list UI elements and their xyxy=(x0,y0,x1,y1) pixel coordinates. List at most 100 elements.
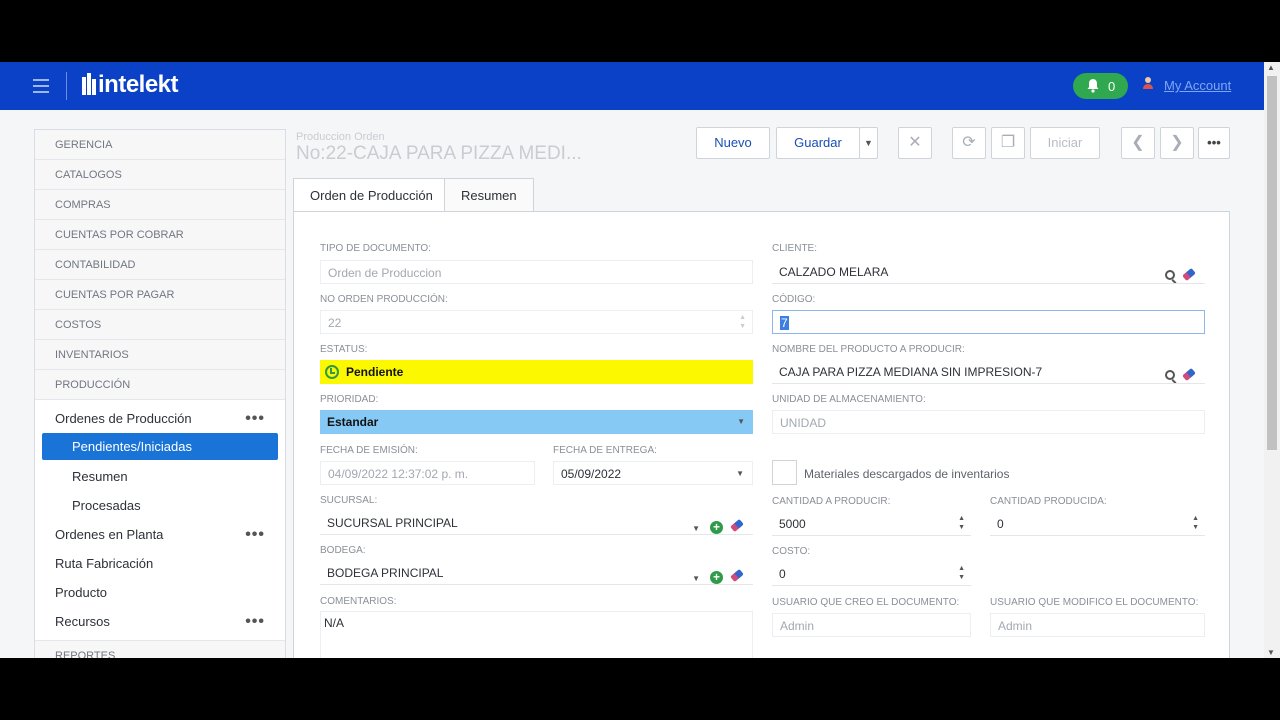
stepper-icon: ▲ ▼ xyxy=(739,314,746,330)
sidebar-item-ruta[interactable]: Ruta Fabricación xyxy=(35,549,285,578)
nuevo-button[interactable]: Nuevo xyxy=(696,127,770,159)
sidebar-item-pendientes[interactable]: Pendientes/Iniciadas xyxy=(42,433,278,460)
search-icon[interactable] xyxy=(1165,370,1175,380)
cantidad-producir-label: CANTIDAD A PRODUCIR: xyxy=(772,496,891,507)
codigo-input[interactable]: 7 xyxy=(772,310,1205,334)
page-subtitle: Produccion Orden xyxy=(296,131,385,143)
refresh-button[interactable]: ⟳ xyxy=(952,127,986,159)
scroll-up-icon[interactable]: ▲ xyxy=(1267,63,1275,72)
tipo-documento-label: TIPO DE DOCUMENTO: xyxy=(320,243,431,254)
estatus-field: Pendiente xyxy=(320,360,753,384)
cantidad-producir-input[interactable]: 5000 ▲ ▼ xyxy=(772,512,971,536)
comentarios-label: COMENTARIOS: xyxy=(320,596,397,607)
add-icon[interactable]: + xyxy=(710,571,723,584)
sucursal-label: SUCURSAL: xyxy=(320,495,378,506)
costo-input[interactable]: 0 ▲ ▼ xyxy=(772,562,971,586)
sidebar: GERENCIA CATALOGOS COMPRAS CUENTAS POR C… xyxy=(34,129,286,658)
sidebar-item-recursos[interactable]: Recursos ••• xyxy=(35,607,285,636)
sidebar-item-cuentas-pagar[interactable]: CUENTAS POR PAGAR xyxy=(35,280,285,310)
stepper-icon[interactable]: ▲ ▼ xyxy=(1192,514,1199,532)
eraser-icon[interactable] xyxy=(1182,367,1196,382)
sidebar-item-producto[interactable]: Producto xyxy=(35,578,285,607)
more-icon[interactable]: ••• xyxy=(245,520,265,549)
sidebar-item-ordenes-produccion[interactable]: Ordenes de Producción ••• xyxy=(35,404,285,433)
add-icon[interactable]: + xyxy=(710,521,723,534)
more-icon[interactable]: ••• xyxy=(245,607,265,636)
usuario-modifico-field: Admin xyxy=(990,613,1205,637)
eraser-icon[interactable] xyxy=(1182,267,1196,282)
menu-icon[interactable] xyxy=(33,79,49,93)
chevron-down-icon[interactable]: ▼ xyxy=(692,574,700,583)
logo-icon xyxy=(82,73,96,95)
iniciar-button[interactable]: Iniciar xyxy=(1030,127,1100,159)
cliente-value: CALZADO MELARA xyxy=(779,265,889,279)
sidebar-item-ordenes-planta[interactable]: Ordenes en Planta ••• xyxy=(35,520,285,549)
cliente-field[interactable]: CALZADO MELARA xyxy=(772,260,1205,284)
copy-button[interactable]: ❐ xyxy=(991,127,1025,159)
sidebar-item-procesadas[interactable]: Procesadas xyxy=(35,491,285,520)
sidebar-item-label: Ordenes de Producción xyxy=(55,411,192,426)
cantidad-producir-value: 5000 xyxy=(779,517,806,531)
next-button[interactable]: ❯ xyxy=(1160,127,1194,159)
cantidad-producida-input[interactable]: 0 ▲ ▼ xyxy=(990,512,1205,536)
eraser-icon[interactable] xyxy=(730,518,744,533)
prev-button[interactable]: ❮ xyxy=(1121,127,1155,159)
prioridad-label: PRIORIDAD: xyxy=(320,394,379,405)
fecha-entrega-field[interactable]: 05/09/2022 ▼ xyxy=(553,461,753,485)
bodega-label: BODEGA: xyxy=(320,545,366,556)
field-actions xyxy=(1165,365,1196,383)
materiales-label: Materiales descargados de inventarios xyxy=(804,467,1010,481)
chevron-down-icon: ▼ xyxy=(737,417,745,426)
field-actions xyxy=(1165,265,1196,283)
estatus-label: ESTATUS: xyxy=(320,344,368,355)
codigo-label: CÓDIGO: xyxy=(772,294,816,305)
notifications-button[interactable]: 0 xyxy=(1073,73,1128,99)
sucursal-select[interactable]: SUCURSAL PRINCIPAL ▼ + xyxy=(320,511,753,535)
cancel-button[interactable]: ✕ xyxy=(898,127,932,159)
stepper-icon[interactable]: ▲ ▼ xyxy=(958,564,965,582)
search-icon[interactable] xyxy=(1165,270,1175,280)
guardar-button[interactable]: Guardar xyxy=(776,127,860,159)
brand-name: intelekt xyxy=(98,71,179,98)
my-account-link[interactable]: My Account xyxy=(1164,78,1231,93)
producto-field[interactable]: CAJA PARA PIZZA MEDIANA SIN IMPRESION-7 xyxy=(772,360,1205,384)
scroll-down-icon[interactable]: ▼ xyxy=(1267,648,1275,657)
chevron-down-icon[interactable]: ▼ xyxy=(692,524,700,533)
sidebar-item-compras[interactable]: COMPRAS xyxy=(35,190,285,220)
sidebar-item-produccion[interactable]: PRODUCCIÓN xyxy=(35,370,285,400)
sidebar-item-cuentas-cobrar[interactable]: CUENTAS POR COBRAR xyxy=(35,220,285,250)
no-orden-field: 22 ▲ ▼ xyxy=(320,310,753,334)
sidebar-item-costos[interactable]: COSTOS xyxy=(35,310,285,340)
tab-orden-produccion[interactable]: Orden de Producción xyxy=(293,178,450,212)
eraser-icon[interactable] xyxy=(730,568,744,583)
bodega-select[interactable]: BODEGA PRINCIPAL ▼ + xyxy=(320,561,753,585)
cliente-label: CLIENTE: xyxy=(772,243,818,254)
chevron-left-icon: ❮ xyxy=(1131,134,1145,151)
prioridad-select[interactable]: Estandar ▼ xyxy=(320,410,753,434)
scroll-thumb[interactable] xyxy=(1267,76,1277,450)
tipo-documento-field: Orden de Produccion xyxy=(320,260,753,284)
codigo-value: 7 xyxy=(780,316,789,330)
tab-resumen[interactable]: Resumen xyxy=(444,178,534,212)
brand-logo: intelekt xyxy=(82,71,179,99)
sidebar-item-gerencia[interactable]: GERENCIA xyxy=(35,130,285,160)
sidebar-item-inventarios[interactable]: INVENTARIOS xyxy=(35,340,285,370)
costo-label: COSTO: xyxy=(772,546,811,557)
materiales-checkbox[interactable] xyxy=(772,460,797,485)
more-icon[interactable]: ••• xyxy=(245,404,265,433)
more-options-button[interactable]: ••• xyxy=(1198,127,1230,159)
page-title: No:22-CAJA PARA PIZZA MEDI... xyxy=(296,143,582,164)
page-scrollbar[interactable]: ▲ ▼ xyxy=(1264,62,1280,658)
sidebar-item-contabilidad[interactable]: CONTABILIDAD xyxy=(35,250,285,280)
sidebar-item-resumen[interactable]: Resumen xyxy=(35,462,285,491)
user-icon xyxy=(1143,77,1153,89)
guardar-dropdown[interactable]: ▼ xyxy=(859,127,878,159)
sidebar-item-label: Producto xyxy=(55,585,108,600)
sidebar-item-catalogos[interactable]: CATALOGOS xyxy=(35,160,285,190)
prioridad-value: Estandar xyxy=(327,415,379,429)
chevron-right-icon: ❯ xyxy=(1170,134,1184,151)
stepper-icon[interactable]: ▲ ▼ xyxy=(958,514,965,532)
comentarios-textarea[interactable]: N/A xyxy=(320,611,753,658)
sidebar-item-reportes[interactable]: REPORTES xyxy=(35,640,285,658)
top-bar: intelekt 0 My Account xyxy=(0,62,1264,110)
